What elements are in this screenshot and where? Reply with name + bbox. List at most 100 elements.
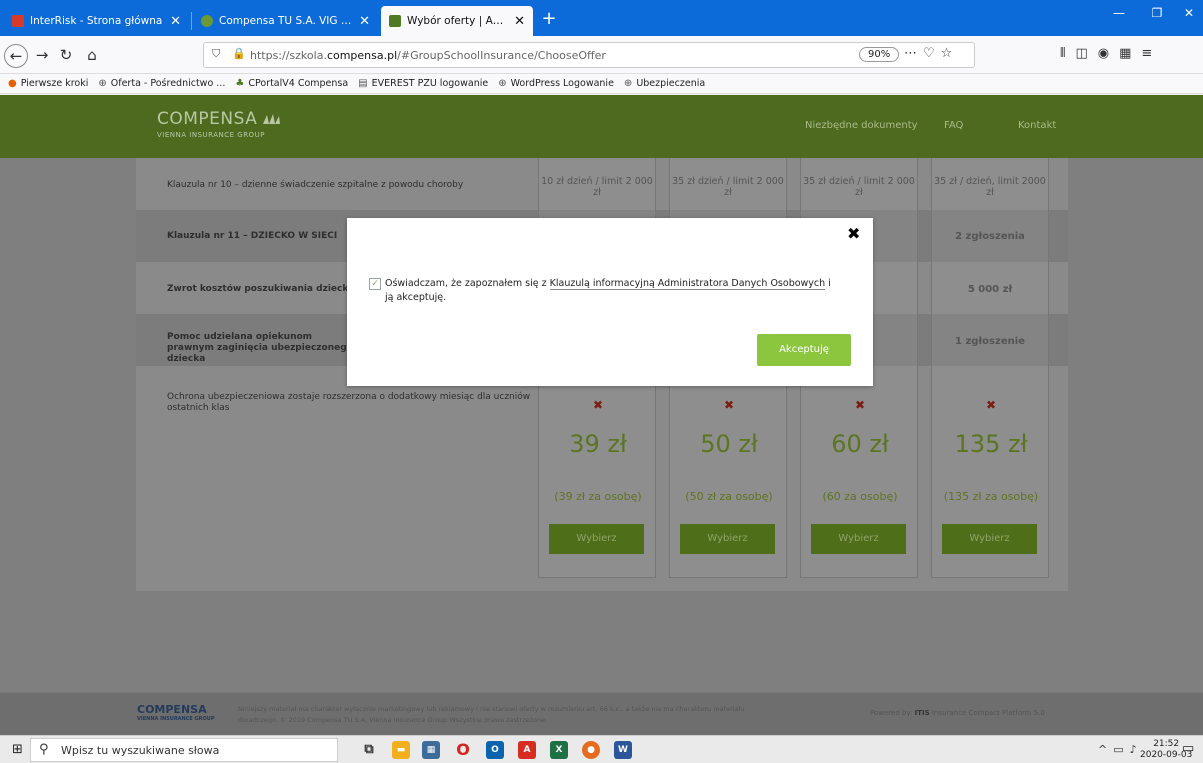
- choose-plan-button[interactable]: Wybierz: [942, 524, 1037, 554]
- toolbar-right: ⫴◫◉▦≡: [1060, 46, 1162, 61]
- bookmark-item[interactable]: ● Pierwsze kroki: [8, 78, 88, 89]
- tab-label: InterRisk - Strona główna: [30, 15, 163, 27]
- bookmark-star-icon[interactable]: ☆: [941, 46, 959, 61]
- more-actions-icon[interactable]: ⋯: [904, 46, 923, 61]
- task-view-icon[interactable]: ⧉: [360, 741, 378, 759]
- windows-taskbar: ⊞ ⚲ Wpisz tu wyszukiwane słowa ⧉ ▬ ▦ O O…: [0, 735, 1203, 763]
- close-icon[interactable]: ✕: [170, 14, 181, 29]
- plan-price: 50 zł: [700, 430, 758, 458]
- forward-arrow-icon[interactable]: →: [30, 44, 54, 68]
- reload-icon[interactable]: ↻: [54, 44, 78, 68]
- calculator-icon[interactable]: ▦: [422, 741, 440, 759]
- page-viewport: COMPENSA VIENNA INSURANCE GROUP Niezbędn…: [0, 95, 1203, 735]
- accept-button[interactable]: Akceptuję: [757, 334, 851, 366]
- file-explorer-icon[interactable]: ▬: [392, 741, 410, 759]
- firefox-icon[interactable]: ●: [582, 741, 600, 759]
- site-footer: COMPENSA VIENNA INSURANCE GROUP Niniejsz…: [0, 692, 1203, 735]
- page-icon: ▤: [358, 78, 368, 89]
- plan-price: 135 zł: [954, 430, 1028, 458]
- restore-icon[interactable]: ❐: [1142, 6, 1172, 20]
- close-icon[interactable]: ✖: [847, 224, 860, 243]
- acrobat-icon[interactable]: A: [518, 741, 536, 759]
- firefox-icon: ●: [8, 78, 17, 89]
- bookmark-item[interactable]: ⊕ Oferta - Pośrednictwo ...: [98, 78, 225, 89]
- sidebar-icon[interactable]: ◫: [1075, 46, 1097, 61]
- plan-price-per-person: (50 zł za osobę): [685, 490, 773, 503]
- page-actions: ⋯♡☆: [904, 46, 958, 61]
- footer-logo: COMPENSA VIENNA INSURANCE GROUP: [137, 703, 215, 722]
- library-icon[interactable]: ⫴: [1060, 46, 1075, 61]
- plan-price-per-person: (135 zł za osobę): [943, 490, 1039, 503]
- compensa-leaf-icon: ♣: [235, 78, 245, 89]
- row-label: Ochrona ubezpieczeniowa zostaje rozszerz…: [167, 392, 531, 413]
- new-tab-button[interactable]: +: [537, 8, 561, 29]
- plan-price: 60 zł: [831, 430, 889, 458]
- globe-icon: ⊕: [498, 78, 507, 89]
- compensa-leaf-icon: [263, 114, 281, 124]
- minimize-icon[interactable]: —: [1104, 6, 1134, 20]
- word-icon[interactable]: W: [614, 741, 632, 759]
- plan-card: ✖ 135 zł (135 zł za osobę) Wybierz: [931, 158, 1049, 578]
- bookmark-item[interactable]: ♣ CPortalV4 Compensa: [235, 78, 348, 89]
- tab-choose-offer[interactable]: Wybór oferty | Application ✕: [381, 6, 533, 36]
- consent-modal: ✖ ✓ Oświadczam, że zapoznałem się z Klau…: [347, 218, 873, 386]
- nav-link-documents[interactable]: Niezbędne dokumenty: [805, 120, 918, 131]
- search-placeholder: Wpisz tu wyszukiwane słowa: [61, 744, 220, 757]
- lock-icon[interactable]: 🔒: [232, 47, 246, 60]
- bookmark-item[interactable]: ▤ EVEREST PZU logowanie: [358, 78, 488, 89]
- close-icon[interactable]: ✕: [359, 14, 370, 29]
- menu-icon[interactable]: ≡: [1141, 46, 1162, 61]
- navigation-bar: ← → ↻ ⌂ ⛉ 🔒 https://szkola.compensa.pl/#…: [0, 36, 1203, 74]
- bookmark-item[interactable]: ⊕ Ubezpieczenia: [624, 78, 705, 89]
- powered-by: Powered by: ITIS Insurance Compact Platf…: [870, 709, 1045, 717]
- tab-label: Compensa TU S.A. VIG – Ubezpi: [219, 15, 353, 27]
- choose-plan-button[interactable]: Wybierz: [549, 524, 644, 554]
- url-text[interactable]: https://szkola.compensa.pl/#GroupSchoolI…: [250, 49, 606, 62]
- home-icon[interactable]: ⌂: [80, 44, 104, 68]
- tab-interrisk[interactable]: InterRisk - Strona główna ✕: [4, 6, 189, 36]
- outlook-icon[interactable]: O: [486, 741, 504, 759]
- chevron-up-icon[interactable]: ^: [1098, 743, 1113, 756]
- extension-icon[interactable]: ▦: [1119, 46, 1141, 61]
- tab-compensa[interactable]: Compensa TU S.A. VIG – Ubezpi ✕: [193, 6, 378, 36]
- opera-icon[interactable]: O: [454, 741, 472, 759]
- address-bar[interactable]: ⛉ 🔒 https://szkola.compensa.pl/#GroupSch…: [203, 42, 975, 68]
- row-label: Pomoc udzielana opiekunom prawnym zagini…: [167, 332, 353, 364]
- compensa-logo[interactable]: COMPENSA VIENNA INSURANCE GROUP: [157, 109, 281, 139]
- windows-start-icon[interactable]: ⊞: [12, 742, 23, 757]
- globe-icon: ⊕: [98, 78, 107, 89]
- bookmark-item[interactable]: ⊕ WordPress Logowanie: [498, 78, 614, 89]
- excel-icon[interactable]: X: [550, 741, 568, 759]
- back-arrow-icon[interactable]: ←: [4, 44, 28, 68]
- account-icon[interactable]: ◉: [1098, 46, 1119, 61]
- consent-checkbox[interactable]: ✓: [369, 278, 381, 290]
- x-mark-icon: ✖: [854, 398, 866, 412]
- plan-price-per-person: (39 zł za osobę): [554, 490, 642, 503]
- close-icon[interactable]: ✕: [514, 14, 525, 29]
- browser-tab-strip: InterRisk - Strona główna ✕ Compensa TU …: [0, 0, 1203, 36]
- consent-text: Oświadczam, że zapoznałem się z Klauzulą…: [385, 278, 831, 303]
- network-icon[interactable]: ▭: [1113, 743, 1129, 756]
- row-label: Klauzula nr 10 – dzienne świadczenie szp…: [167, 180, 464, 190]
- tab-separator: [191, 12, 192, 30]
- notification-icon[interactable]: ▭: [1182, 741, 1194, 756]
- site-header: COMPENSA VIENNA INSURANCE GROUP Niezbędn…: [0, 95, 1203, 158]
- zoom-level-badge[interactable]: 90%: [859, 47, 900, 62]
- x-mark-icon: ✖: [985, 398, 997, 412]
- choose-plan-button[interactable]: Wybierz: [680, 524, 775, 554]
- taskbar-search[interactable]: ⚲ Wpisz tu wyszukiwane słowa: [30, 738, 338, 762]
- bookmarks-bar: ● Pierwsze kroki ⊕ Oferta - Pośrednictwo .…: [0, 74, 1203, 94]
- plan-price: 39 zł: [569, 430, 627, 458]
- shield-icon[interactable]: ⛉: [212, 47, 220, 61]
- plan-price-per-person: (60 za osobę): [822, 490, 898, 503]
- pocket-icon[interactable]: ♡: [923, 46, 941, 61]
- nav-link-contact[interactable]: Kontakt: [1018, 120, 1056, 131]
- footer-disclaimer: Niniejszy materiał ma charakter wyłączni…: [238, 705, 745, 724]
- compensa-favicon-icon: [201, 15, 213, 27]
- choose-plan-button[interactable]: Wybierz: [811, 524, 906, 554]
- window-close-icon[interactable]: ✕: [1174, 6, 1203, 20]
- nav-link-faq[interactable]: FAQ: [944, 120, 963, 131]
- privacy-clause-link[interactable]: Klauzulą informacyjną Administratora Dan…: [549, 278, 826, 290]
- globe-icon: ⊕: [623, 78, 633, 89]
- system-tray: ^▭♪: [1098, 743, 1143, 756]
